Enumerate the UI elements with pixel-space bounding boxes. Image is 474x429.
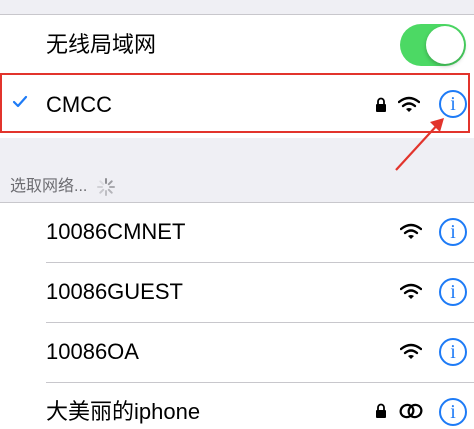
network-name: 10086CMNET — [46, 219, 186, 244]
wifi-icon — [399, 343, 423, 366]
loading-spinner-icon — [96, 177, 116, 197]
annotation-arrow-icon — [392, 114, 452, 179]
network-name: 大美丽的iphone — [46, 399, 201, 424]
wlan-row: 无线局域网 — [0, 14, 474, 76]
lock-icon — [375, 97, 387, 118]
wifi-icon — [399, 223, 423, 246]
lock-icon — [375, 403, 387, 424]
connected-network-name: CMCC — [46, 92, 112, 117]
info-button[interactable]: i — [439, 218, 467, 246]
network-name: 10086GUEST — [46, 279, 183, 304]
choose-network-label: 选取网络... — [10, 178, 88, 195]
wifi-icon — [399, 283, 423, 306]
personal-hotspot-icon — [398, 401, 424, 426]
info-button[interactable]: i — [439, 278, 467, 306]
checkmark-icon — [12, 94, 28, 115]
info-button[interactable]: i — [439, 398, 467, 426]
network-row[interactable]: 大美丽的iphone i — [0, 382, 474, 429]
wlan-label: 无线局域网 — [46, 32, 157, 57]
network-name: 10086OA — [46, 339, 139, 364]
network-row[interactable]: 10086CMNET i — [0, 202, 474, 262]
network-row[interactable]: 10086OA i — [0, 322, 474, 382]
info-button[interactable]: i — [439, 338, 467, 366]
wlan-toggle[interactable] — [400, 24, 466, 66]
toggle-knob — [426, 26, 464, 64]
section-title: 选取网络... — [10, 172, 116, 197]
network-row[interactable]: 10086GUEST i — [0, 262, 474, 322]
